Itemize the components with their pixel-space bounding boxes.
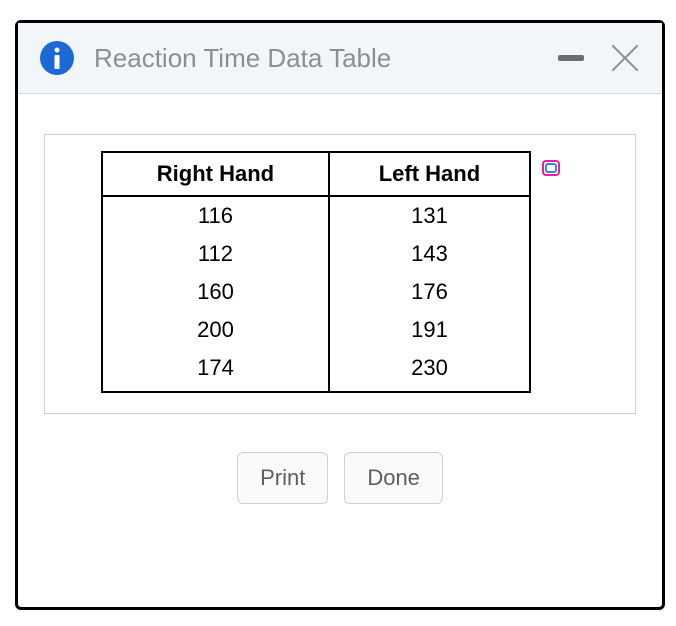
close-button[interactable] — [610, 43, 640, 73]
dialog-title: Reaction Time Data Table — [94, 43, 538, 74]
cell-value: 116 — [102, 196, 329, 235]
cell-value: 200 — [102, 311, 329, 349]
column-header-left-hand: Left Hand — [329, 152, 530, 196]
table-header-row: Right Hand Left Hand — [102, 152, 530, 196]
table-row: 174 230 — [102, 349, 530, 392]
cell-value: 160 — [102, 273, 329, 311]
done-button[interactable]: Done — [344, 452, 443, 504]
table-row: 160 176 — [102, 273, 530, 311]
dialog: Reaction Time Data Table Right Hand Left… — [15, 20, 665, 610]
info-icon — [40, 41, 74, 75]
dialog-content: Right Hand Left Hand 116 131 112 143 160 — [18, 94, 662, 607]
titlebar: Reaction Time Data Table — [18, 23, 662, 94]
cell-value: 143 — [329, 235, 530, 273]
cell-value: 176 — [329, 273, 530, 311]
cell-value: 174 — [102, 349, 329, 392]
titlebar-controls — [558, 43, 640, 73]
print-button[interactable]: Print — [237, 452, 328, 504]
button-row: Print Done — [44, 452, 636, 504]
table-row: 200 191 — [102, 311, 530, 349]
cell-value: 191 — [329, 311, 530, 349]
cell-value: 131 — [329, 196, 530, 235]
cell-value: 112 — [102, 235, 329, 273]
table-handle-icon[interactable] — [541, 159, 561, 179]
data-table: Right Hand Left Hand 116 131 112 143 160 — [101, 151, 531, 393]
minimize-button[interactable] — [558, 55, 584, 61]
column-header-right-hand: Right Hand — [102, 152, 329, 196]
table-row: 116 131 — [102, 196, 530, 235]
table-container: Right Hand Left Hand 116 131 112 143 160 — [44, 134, 636, 414]
table-row: 112 143 — [102, 235, 530, 273]
cell-value: 230 — [329, 349, 530, 392]
